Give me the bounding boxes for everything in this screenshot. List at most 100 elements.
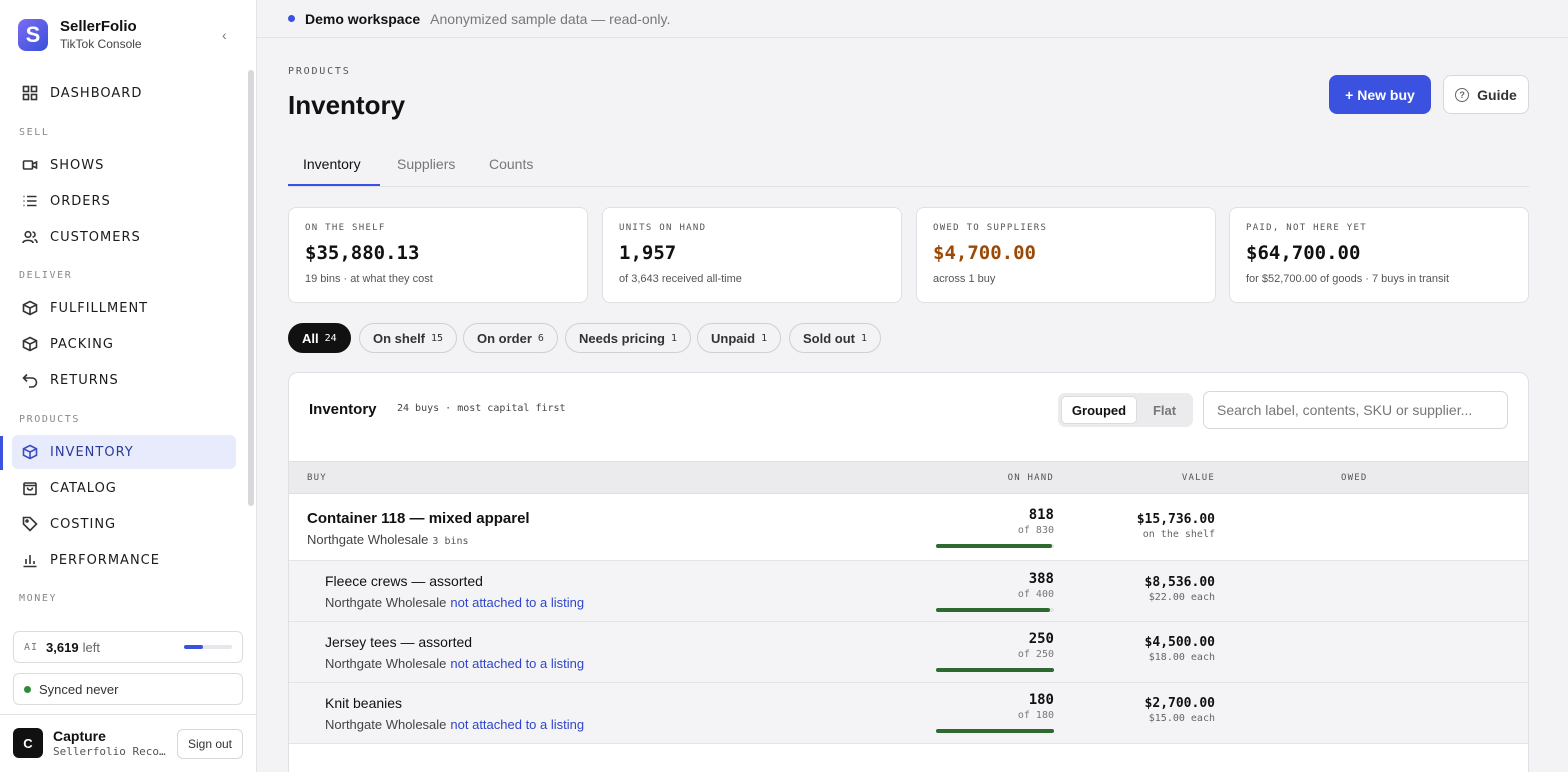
stat-card-owed: OWED TO SUPPLIERS $4,700.00 across 1 buy <box>916 207 1216 303</box>
buy-bins: 3 bins <box>432 536 469 547</box>
ai-credits-count: 3,619 <box>46 639 79 655</box>
brand[interactable]: S SellerFolio TikTok Console <box>18 18 142 52</box>
new-buy-button[interactable]: + New buy <box>1329 75 1431 114</box>
guide-button[interactable]: ? Guide <box>1443 75 1529 114</box>
buy-supplier: Northgate Wholesale <box>307 532 429 547</box>
sidebar-item-fulfillment[interactable]: FULFILLMENT <box>12 291 236 325</box>
sidebar-item-performance[interactable]: PERFORMANCE <box>12 543 236 577</box>
on-hand-bar-fill <box>936 668 1054 672</box>
panel-subtitle: 24 buys · most capital first <box>397 403 566 414</box>
sidebar-item-customers[interactable]: CUSTOMERS <box>12 220 236 254</box>
avatar[interactable]: C <box>13 728 43 758</box>
col-on-hand[interactable]: ON HAND <box>936 473 1054 483</box>
search-input[interactable] <box>1203 391 1508 429</box>
sidebar-item-packing[interactable]: PACKING <box>12 327 236 361</box>
value-cell: $15,736.00 on the shelf <box>1089 512 1215 540</box>
sidebar-item-returns[interactable]: RETURNS <box>12 363 236 397</box>
sidebar-item-dashboard[interactable]: DASHBOARD <box>12 76 236 110</box>
inventory-panel: Inventory 24 buys · most capital first G… <box>288 372 1529 772</box>
sync-status-label: Synced never <box>39 681 119 697</box>
on-hand-bar-fill <box>936 729 1054 733</box>
table-row[interactable]: Fleece crews — assorted Northgate Wholes… <box>289 561 1528 622</box>
sidebar-item-label: ORDERS <box>50 193 111 209</box>
sync-status-dot <box>24 685 31 693</box>
user-panel: C Capture Sellerfolio Recordings Sign ou… <box>0 714 256 772</box>
item-name: Jersey tees — assorted <box>325 634 473 650</box>
sidebar-scrollbar[interactable] <box>248 70 254 506</box>
stat-value: 1,957 <box>619 242 677 264</box>
filter-sold-out[interactable]: Sold out 1 <box>789 323 882 353</box>
table-row[interactable]: Knit beanies Northgate Wholesale not atta… <box>289 683 1528 744</box>
attach-listing-link[interactable]: not attached to a listing <box>450 717 584 732</box>
filter-count: 24 <box>324 332 337 344</box>
sidebar-item-label: PERFORMANCE <box>50 552 160 568</box>
tab-inventory[interactable]: Inventory <box>303 156 361 172</box>
col-buy[interactable]: BUY <box>307 473 327 483</box>
ai-credits[interactable]: AI 3,619 left <box>13 631 243 663</box>
col-owed[interactable]: OWED <box>1341 473 1367 483</box>
on-hand-of: of 250 <box>1017 649 1054 660</box>
stat-value: $64,700.00 <box>1246 242 1361 264</box>
filter-count: 1 <box>861 332 868 344</box>
sidebar-item-label: PACKING <box>50 336 114 352</box>
active-indicator <box>0 436 3 470</box>
table-row[interactable]: Jersey tees — assorted Northgate Wholesa… <box>289 622 1528 683</box>
stat-card-units-on-hand: UNITS ON HAND 1,957 of 3,643 received al… <box>602 207 902 303</box>
filter-label: On order <box>477 330 532 346</box>
sidebar-item-label: CATALOG <box>50 480 117 496</box>
stat-label: OWED TO SUPPLIERS <box>933 223 1048 233</box>
on-hand-bar <box>936 608 1054 612</box>
box-icon <box>22 300 38 316</box>
view-flat-button[interactable]: Flat <box>1139 396 1190 424</box>
stat-sub: 19 bins · at what they cost <box>305 273 433 285</box>
value-cell: $4,500.00 $18.00 each <box>1089 635 1215 663</box>
filter-on-order[interactable]: On order 6 <box>463 323 558 353</box>
value-amount: $15,736.00 <box>1136 512 1215 527</box>
view-grouped-button[interactable]: Grouped <box>1061 396 1137 424</box>
banner-note: Anonymized sample data — read-only. <box>430 10 671 27</box>
item-name: Knit beanies <box>325 695 403 711</box>
col-value[interactable]: VALUE <box>1089 473 1215 483</box>
attach-listing-link[interactable]: not attached to a listing <box>450 595 584 610</box>
sidebar-item-catalog[interactable]: CATALOG <box>12 471 236 505</box>
sidebar-item-shows[interactable]: SHOWS <box>12 148 236 182</box>
filter-needs-pricing[interactable]: Needs pricing 1 <box>565 323 691 353</box>
app-subtitle: TikTok Console <box>60 37 142 51</box>
stat-sub: for $52,700.00 of goods · 7 buys in tran… <box>1246 273 1450 285</box>
filter-label: On shelf <box>373 330 426 346</box>
filter-on-shelf[interactable]: On shelf 15 <box>359 323 458 353</box>
page-title: Inventory <box>288 90 406 120</box>
tab-counts[interactable]: Counts <box>489 156 533 172</box>
collapse-sidebar-icon[interactable]: ‹ <box>222 26 236 44</box>
sync-status[interactable]: Synced never <box>13 673 243 705</box>
table-row-group[interactable]: Container 118 — mixed apparel Northgate … <box>289 494 1528 561</box>
sidebar-item-costing[interactable]: COSTING <box>12 507 236 541</box>
on-hand-bar-fill <box>936 544 1053 548</box>
on-hand-of: of 400 <box>1017 589 1054 600</box>
sidebar-section-sell: SELL <box>19 127 50 138</box>
stat-card-on-shelf: ON THE SHELF $35,880.13 19 bins · at wha… <box>288 207 588 303</box>
sidebar-item-label: CUSTOMERS <box>50 229 141 245</box>
stat-value: $4,700.00 <box>933 242 1036 264</box>
on-hand-of: of 180 <box>1017 710 1054 721</box>
filter-count: 15 <box>431 332 444 344</box>
list-icon <box>23 195 37 207</box>
filter-count: 1 <box>670 332 677 344</box>
value-sub: on the shelf <box>1142 529 1215 540</box>
sidebar-item-label: DASHBOARD <box>50 85 143 101</box>
filter-unpaid[interactable]: Unpaid 1 <box>697 323 782 353</box>
filter-all[interactable]: All 24 <box>288 323 351 353</box>
view-toggle: Grouped Flat <box>1058 393 1193 427</box>
filter-label: Needs pricing <box>579 330 665 346</box>
bar-chart-icon <box>23 555 37 568</box>
attach-listing-link[interactable]: not attached to a listing <box>450 656 584 671</box>
sidebar-item-inventory[interactable]: INVENTORY <box>12 435 236 469</box>
stat-label: UNITS ON HAND <box>619 223 707 233</box>
on-hand-value: 180 <box>1028 692 1054 708</box>
sidebar-section-products: PRODUCTS <box>19 414 80 425</box>
ai-credits-suffix: left <box>82 639 100 655</box>
sidebar-item-orders[interactable]: ORDERS <box>12 184 236 218</box>
tab-suppliers[interactable]: Suppliers <box>397 156 455 172</box>
sign-out-button[interactable]: Sign out <box>177 729 243 759</box>
on-hand-value: 250 <box>1028 631 1054 647</box>
